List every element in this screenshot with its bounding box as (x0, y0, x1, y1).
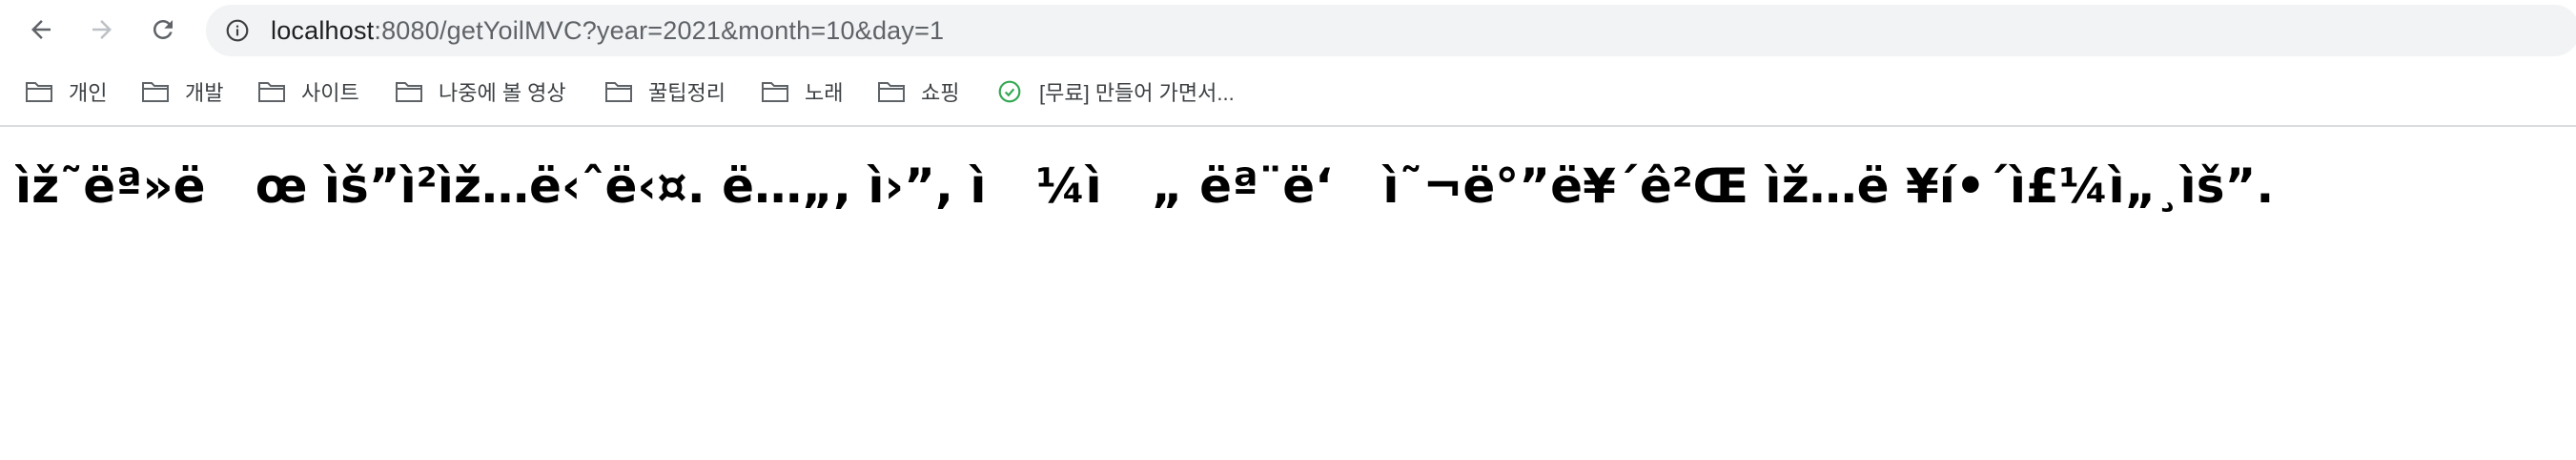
bookmark-folder-sites[interactable]: 사이트 (257, 71, 359, 113)
folder-icon (258, 82, 285, 102)
bookmark-free-course[interactable]: [무료] 만들어 가면서... (997, 71, 1235, 113)
folder-icon (396, 82, 422, 102)
folder-icon (142, 82, 169, 102)
bookmark-label: 개발 (185, 81, 224, 105)
folder-icon (605, 82, 632, 102)
arrow-left-icon (31, 20, 51, 39)
bookmark-folder-personal[interactable]: 개인 (25, 71, 107, 113)
toolbar-divider (0, 125, 2576, 127)
extension-icon (998, 80, 1021, 103)
reload-button[interactable] (141, 8, 185, 52)
folder-icon (878, 82, 905, 102)
url-host: localhost (271, 16, 375, 45)
bookmark-folder-music[interactable]: 노래 (761, 71, 843, 113)
browser-toolbar: localhost:8080/getYoilMVC?year=2021&mont… (0, 0, 2576, 59)
url-path: :8080/getYoilMVC?year=2021&month=10&day=… (374, 16, 945, 45)
bookmark-folder-dev[interactable]: 개발 (141, 71, 223, 113)
bookmark-label: 노래 (805, 81, 844, 105)
bookmark-label: 사이트 (301, 81, 359, 105)
folder-icon (26, 82, 52, 102)
address-bar[interactable]: localhost:8080/getYoilMVC?year=2021&mont… (206, 5, 2576, 56)
bookmark-folder-shopping[interactable]: 쇼핑 (877, 71, 959, 113)
bookmark-label: [무료] 만들어 가면서... (1039, 81, 1235, 105)
back-button[interactable] (19, 8, 63, 52)
site-info-icon[interactable] (225, 18, 250, 43)
bookmark-label: 개인 (69, 81, 108, 105)
reload-icon (153, 20, 173, 39)
bookmark-label: 꿀팁정리 (648, 81, 726, 105)
bookmark-label: 쇼핑 (921, 81, 960, 105)
url-text[interactable]: localhost:8080/getYoilMVC?year=2021&mont… (271, 5, 944, 56)
arrow-right-icon (92, 20, 112, 39)
bookmark-folder-watch-later[interactable]: 나중에 볼 영상 (395, 71, 566, 113)
bookmarks-bar: 개인 개발 사이트 나중에 볼 영상 꿀팁정리 노래 쇼핑 [무료] 만들어 가… (0, 63, 2576, 122)
folder-icon (762, 82, 788, 102)
bookmark-folder-tips[interactable]: 꿀팁정리 (604, 71, 726, 113)
bookmark-label: 나중에 볼 영상 (439, 81, 566, 105)
page-body-text: ìž˜ëª»ë œ ìš”ì²­ìž…ë‹ˆë‹¤. ë…„, ì›”, ì ¼… (15, 158, 2275, 214)
forward-button[interactable] (80, 8, 124, 52)
